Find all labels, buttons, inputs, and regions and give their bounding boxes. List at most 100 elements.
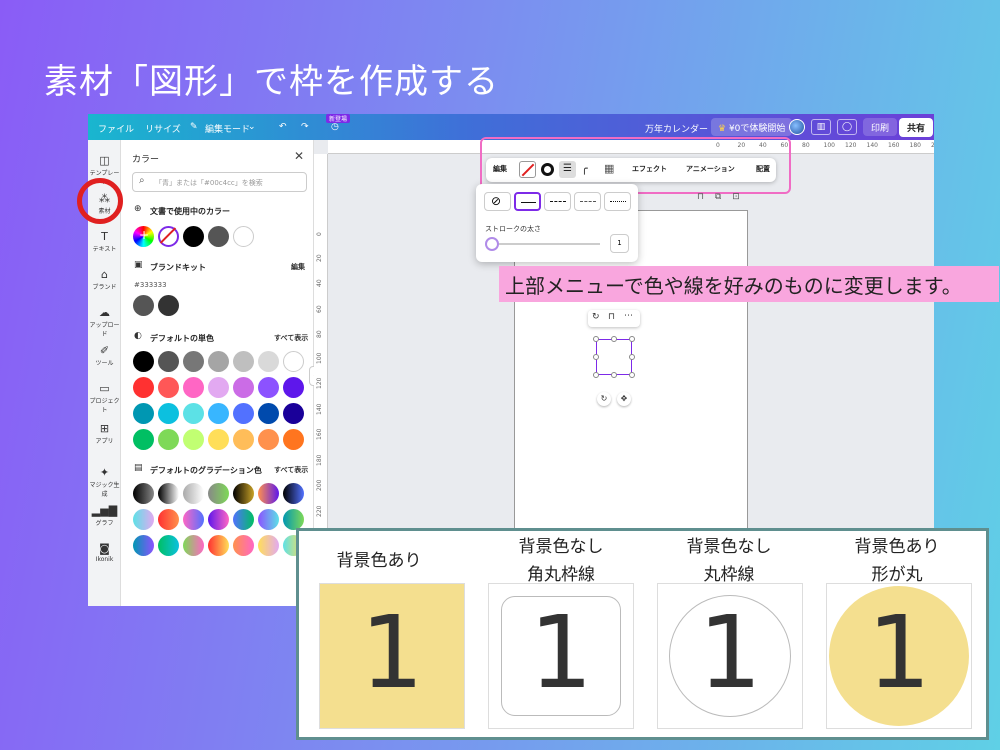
solid-stroke-option[interactable] <box>514 192 541 211</box>
resize-handle[interactable] <box>629 336 635 342</box>
gradient-swatch[interactable] <box>233 483 254 504</box>
resize-handle[interactable] <box>593 354 599 360</box>
doc-color-swatch[interactable] <box>233 226 254 247</box>
lock-icon[interactable]: ⊓ <box>697 192 704 202</box>
solid-color-swatch[interactable] <box>258 377 279 398</box>
show-all-link[interactable]: すべて表示 <box>274 333 308 343</box>
resize-handle[interactable] <box>593 372 599 378</box>
dashed-stroke-option[interactable] <box>544 192 571 211</box>
add-page-icon[interactable]: ⊡ <box>732 192 740 202</box>
gradient-swatch[interactable] <box>183 535 204 556</box>
rail-item-upload[interactable]: ☁ アップロード <box>88 306 121 338</box>
brand-color-swatch[interactable] <box>158 295 179 316</box>
resize-handle[interactable] <box>629 354 635 360</box>
gradient-swatch[interactable] <box>158 535 179 556</box>
gradient-swatch[interactable] <box>233 509 254 530</box>
gradient-swatch[interactable] <box>258 483 279 504</box>
solid-color-swatch[interactable] <box>133 351 154 372</box>
sync-icon[interactable]: ◷ <box>331 122 339 132</box>
rail-item-draw[interactable]: ✐ ツール <box>88 344 121 367</box>
no-stroke-option[interactable]: ⊘ <box>484 192 511 211</box>
doc-title[interactable]: 万年カレンダー <box>645 122 708 135</box>
gradient-swatch[interactable] <box>258 535 279 556</box>
gradient-swatch[interactable] <box>233 535 254 556</box>
rotate-icon[interactable]: ↻ <box>592 312 600 322</box>
resize-menu[interactable]: リサイズ <box>145 122 181 135</box>
stroke-slider-track[interactable] <box>488 243 600 245</box>
solid-color-swatch[interactable] <box>233 351 254 372</box>
rail-item-apps[interactable]: ⊞ アプリ <box>88 422 121 445</box>
solid-color-swatch[interactable] <box>283 377 304 398</box>
solid-color-swatch[interactable] <box>183 403 204 424</box>
rail-item-ikonik[interactable]: ◙ Ikonik <box>88 542 121 563</box>
solid-color-swatch[interactable] <box>158 351 179 372</box>
resize-handle[interactable] <box>611 372 617 378</box>
gradient-swatch[interactable] <box>283 509 304 530</box>
selected-shape[interactable] <box>593 336 635 378</box>
solid-color-swatch[interactable] <box>208 403 229 424</box>
gradient-swatch[interactable] <box>208 483 229 504</box>
gradient-swatch[interactable] <box>133 509 154 530</box>
resize-handle[interactable] <box>593 336 599 342</box>
duplicate-page-icon[interactable]: ⧉ <box>715 192 721 202</box>
solid-color-swatch[interactable] <box>183 429 204 450</box>
solid-color-swatch[interactable] <box>233 403 254 424</box>
dotted-stroke-option[interactable] <box>604 192 631 211</box>
gradient-swatch[interactable] <box>133 535 154 556</box>
gradient-swatch[interactable] <box>258 509 279 530</box>
rail-item-chart[interactable]: ▂▅▇ グラフ <box>88 504 121 527</box>
rotate-handle-icon[interactable]: ↻ <box>597 392 611 406</box>
rail-item-projects[interactable]: ▭ プロジェクト <box>88 382 121 414</box>
gradient-swatch[interactable] <box>158 509 179 530</box>
solid-color-swatch[interactable] <box>283 403 304 424</box>
rail-item-text[interactable]: T テキスト <box>88 230 121 253</box>
gradient-swatch[interactable] <box>208 535 229 556</box>
more-icon[interactable]: ⋯ <box>624 311 633 321</box>
solid-color-swatch[interactable] <box>133 429 154 450</box>
chevron-down-icon[interactable]: ⌄ <box>248 122 256 132</box>
trial-button[interactable]: ♛ ¥0で体験開始 <box>711 118 793 136</box>
file-menu[interactable]: ファイル <box>98 122 134 135</box>
print-button[interactable]: 印刷 <box>863 118 898 136</box>
solid-color-swatch[interactable] <box>233 429 254 450</box>
gradient-swatch[interactable] <box>283 483 304 504</box>
doc-color-swatch[interactable] <box>208 226 229 247</box>
solid-color-swatch[interactable] <box>183 377 204 398</box>
gradient-swatch[interactable] <box>183 509 204 530</box>
share-button[interactable]: 共有 <box>899 118 934 137</box>
solid-color-swatch[interactable] <box>183 351 204 372</box>
comment-icon[interactable]: ◯ <box>837 119 857 135</box>
rail-item-brand[interactable]: ⌂ ブランド <box>88 268 121 291</box>
solid-color-swatch[interactable] <box>258 351 279 372</box>
show-all-link[interactable]: すべて表示 <box>274 465 308 475</box>
edit-mode-menu[interactable]: 編集モード <box>205 122 250 135</box>
avatar[interactable] <box>789 119 805 135</box>
solid-color-swatch[interactable] <box>283 429 304 450</box>
solid-color-swatch[interactable] <box>258 429 279 450</box>
color-search-input[interactable]: 「青」または「#00c4cc」を検索 <box>132 172 307 192</box>
doc-color-swatch[interactable] <box>183 226 204 247</box>
stroke-slider-handle[interactable] <box>485 237 499 251</box>
undo-icon[interactable]: ↶ <box>279 122 287 132</box>
solid-color-swatch[interactable] <box>158 403 179 424</box>
solid-color-swatch[interactable] <box>283 351 304 372</box>
close-icon[interactable]: ✕ <box>294 149 304 163</box>
gradient-swatch[interactable] <box>158 483 179 504</box>
short-dash-stroke-option[interactable] <box>574 192 601 211</box>
brand-kit-edit-link[interactable]: 編集 <box>291 262 305 272</box>
solid-color-swatch[interactable] <box>208 351 229 372</box>
solid-color-swatch[interactable] <box>233 377 254 398</box>
brand-color-swatch[interactable] <box>133 295 154 316</box>
solid-color-swatch[interactable] <box>133 377 154 398</box>
gradient-swatch[interactable] <box>183 483 204 504</box>
redo-icon[interactable]: ↷ <box>301 122 309 132</box>
no-color-swatch[interactable] <box>158 226 179 247</box>
solid-color-swatch[interactable] <box>158 429 179 450</box>
resize-handle[interactable] <box>629 372 635 378</box>
solid-color-swatch[interactable] <box>258 403 279 424</box>
analytics-icon[interactable]: ▥ <box>811 119 831 135</box>
solid-color-swatch[interactable] <box>208 377 229 398</box>
gradient-swatch[interactable] <box>133 483 154 504</box>
solid-color-swatch[interactable] <box>158 377 179 398</box>
stroke-width-input[interactable]: 1 <box>610 234 629 253</box>
